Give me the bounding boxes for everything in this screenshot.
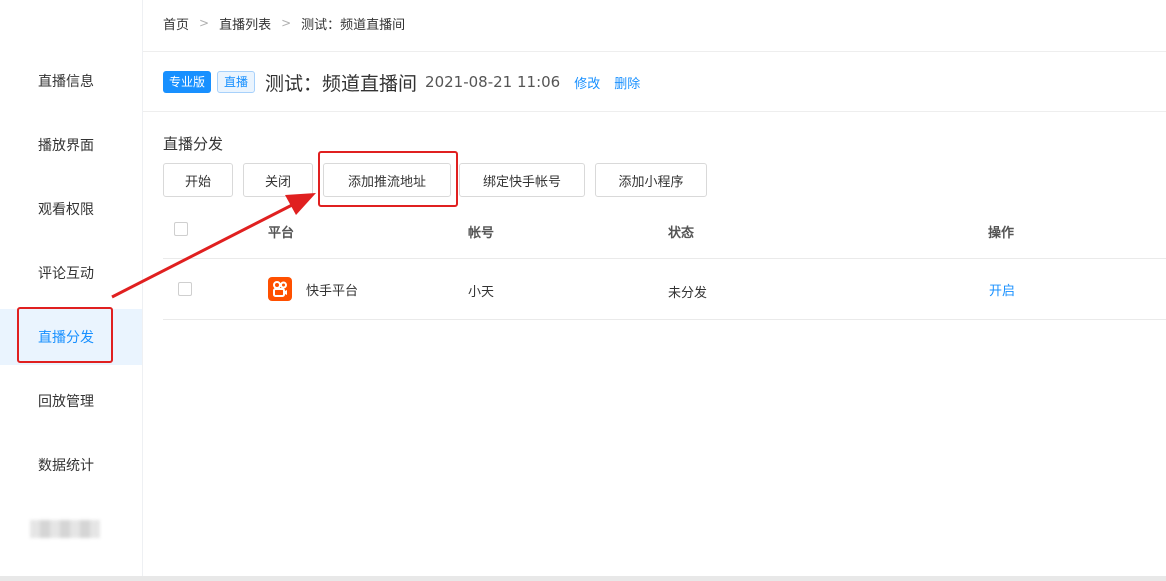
sidebar-item-label: 回放管理 — [38, 394, 94, 410]
sidebar-item-label: 播放界面 — [38, 138, 94, 154]
add-push-url-button[interactable]: 添加推流地址 — [323, 163, 451, 197]
column-header-action: 操作 — [988, 226, 1015, 241]
select-all-checkbox[interactable] — [174, 222, 188, 236]
page-title-row: 专业版 直播 测试：频道直播间 2021-08-21 11:06 修改 删除 — [163, 68, 640, 96]
chevron-right-icon: > — [281, 16, 292, 30]
bind-kuaishou-button[interactable]: 绑定快手帐号 — [459, 163, 585, 197]
sidebar-item-player-ui[interactable]: 播放界面 — [0, 117, 142, 173]
sidebar-item-label: 数据统计 — [38, 458, 94, 474]
divider — [143, 51, 1166, 52]
sidebar-item-label: 评论互动 — [38, 266, 94, 282]
breadcrumb-live-list[interactable]: 直播列表 — [219, 14, 271, 33]
chevron-right-icon: > — [199, 16, 210, 30]
column-header-platform: 平台 — [268, 226, 295, 241]
sidebar-item-replay-management[interactable]: 回放管理 — [0, 373, 142, 429]
sidebar-item-label: 直播信息 — [38, 74, 94, 90]
status-value: 未分发 — [668, 286, 708, 301]
sidebar-item-live-info[interactable]: 直播信息 — [0, 53, 142, 109]
close-button[interactable]: 关闭 — [243, 163, 313, 197]
sidebar: 直播信息 播放界面 观看权限 评论互动 直播分发 回放管理 数据统计 — [0, 0, 143, 576]
delete-link[interactable]: 删除 — [614, 73, 640, 92]
add-miniprogram-button[interactable]: 添加小程序 — [595, 163, 707, 197]
live-badge: 直播 — [217, 71, 256, 93]
sidebar-item-view-permission[interactable]: 观看权限 — [0, 181, 142, 237]
sidebar-logo-area — [0, 0, 142, 48]
main-panel: 首页 > 直播列表 > 测试：频道直播间 专业版 直播 测试：频道直播间 202… — [143, 0, 1166, 576]
platform-name: 快手平台 — [306, 284, 359, 299]
table-header: 平台 帐号 状态 操作 — [163, 208, 1166, 259]
divider — [143, 111, 1166, 112]
page-title: 测试：频道直播间 — [265, 72, 418, 95]
breadcrumb: 首页 > 直播列表 > 测试：频道直播间 — [163, 13, 405, 33]
breadcrumb-home[interactable]: 首页 — [163, 14, 189, 33]
bottom-edge — [0, 576, 1166, 581]
sidebar-item-live-distribution[interactable]: 直播分发 — [0, 309, 142, 365]
table-row: 快手平台 小天 未分发 开启 — [163, 259, 1166, 320]
sidebar-item-comments[interactable]: 评论互动 — [0, 245, 142, 301]
column-header-status: 状态 — [668, 226, 695, 241]
column-header-account: 帐号 — [468, 226, 495, 241]
blurred-item — [30, 520, 100, 538]
account-name: 小天 — [468, 285, 495, 300]
breadcrumb-current: 测试：频道直播间 — [301, 17, 406, 33]
kuaishou-icon — [268, 277, 292, 301]
start-button[interactable]: 开始 — [163, 163, 233, 197]
sidebar-item-statistics[interactable]: 数据统计 — [0, 437, 142, 493]
enable-link[interactable]: 开启 — [989, 280, 1015, 299]
edit-link[interactable]: 修改 — [574, 73, 600, 92]
sidebar-item-label: 直播分发 — [38, 330, 94, 346]
section-title: 直播分发 — [163, 135, 224, 153]
created-time: 2021-08-21 11:06 — [425, 73, 561, 91]
sidebar-item-label: 观看权限 — [38, 202, 94, 218]
pro-badge: 专业版 — [163, 71, 212, 93]
row-checkbox[interactable] — [178, 282, 192, 296]
